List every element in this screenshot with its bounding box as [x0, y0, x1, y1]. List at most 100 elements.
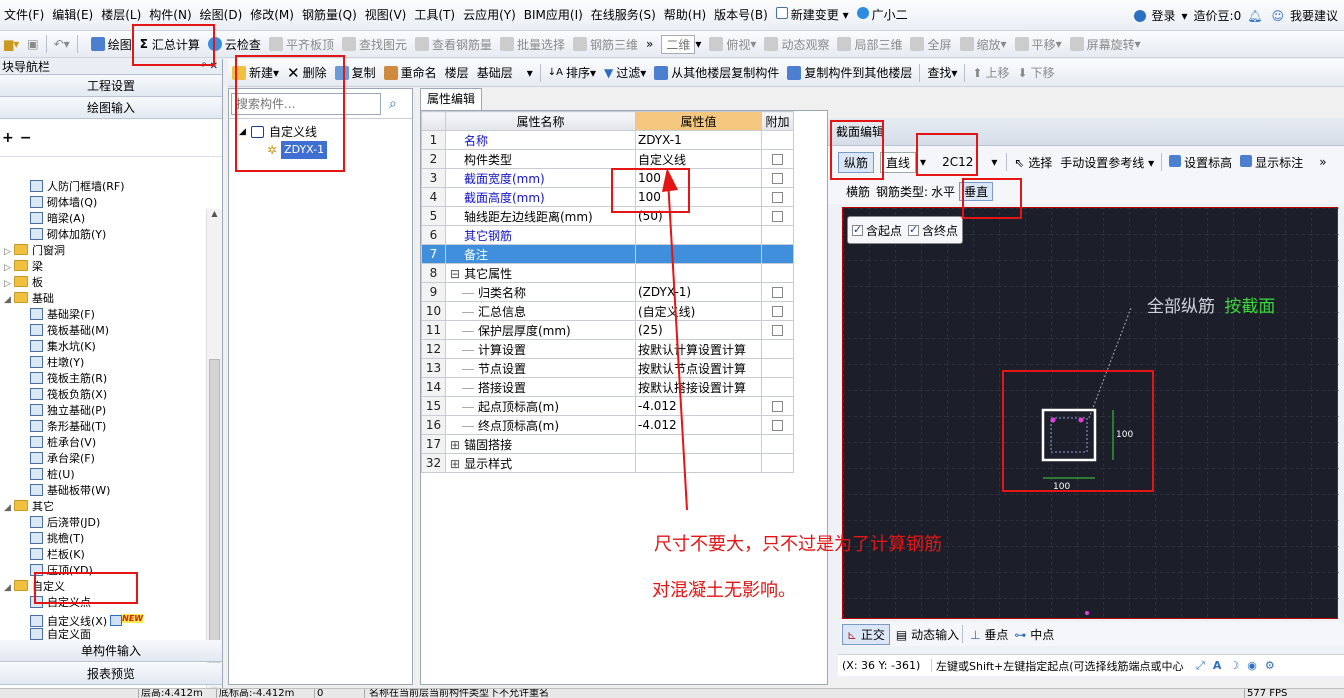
view-mode-select[interactable]: 二维 ▾	[657, 31, 705, 57]
scroll-thumb[interactable]	[209, 359, 220, 679]
draw-input-button[interactable]: 绘图输入	[0, 97, 222, 119]
section-canvas[interactable]: ✓ 含起点 ✓ 含终点 全部纵筋 按截面 100 100	[842, 207, 1339, 620]
tree-item[interactable]: 人防门框墙(RF)	[0, 179, 206, 195]
show-labels-button[interactable]: 显示标注	[1240, 154, 1303, 171]
tab-longitudinal[interactable]: 纵筋	[838, 151, 875, 173]
menu-edit[interactable]: 编辑(E)	[48, 0, 97, 31]
group-toggle-icon[interactable]: ⊞	[450, 457, 460, 471]
ortho-toggle[interactable]: ⊾ 正交	[842, 623, 890, 645]
filter-button[interactable]: ▼ 过滤 ▾	[600, 59, 650, 86]
expander-icon[interactable]: ◢	[4, 500, 14, 516]
tree-folder[interactable]: ◢ 基础	[0, 291, 206, 307]
batch-select-button[interactable]: 批量选择	[496, 31, 569, 57]
menu-help[interactable]: 帮助(H)	[660, 0, 710, 31]
rebar-spec-select[interactable]: 2C12 ▾	[936, 154, 1003, 170]
tree-item[interactable]: 基础梁(F)	[0, 307, 206, 323]
local-3d-button[interactable]: 局部三维	[833, 31, 906, 57]
bell-icon[interactable]: 🔔︎	[1244, 9, 1265, 23]
set-elevation-button[interactable]: 设置标高	[1169, 154, 1232, 171]
menu-modify[interactable]: 修改(M)	[246, 0, 298, 31]
draw-button[interactable]: 绘图	[87, 31, 136, 57]
menu-floor[interactable]: 楼层(L)	[97, 0, 145, 31]
menu-rebar[interactable]: 钢筋量(Q)	[298, 0, 361, 31]
include-start-checkbox[interactable]: ✓ 含起点	[852, 222, 902, 239]
menu-new-change[interactable]: 新建变更 ▾	[772, 0, 853, 31]
sum-calc-button[interactable]: Σ 汇总计算	[136, 31, 204, 57]
expander-icon[interactable]: ◢	[4, 580, 14, 596]
tree-item[interactable]: 筏板基础(M)	[0, 323, 206, 339]
extra-checkbox[interactable]	[772, 287, 783, 298]
flat-slab-button[interactable]: 平齐板顶	[265, 31, 338, 57]
tree-folder[interactable]: ◢ 其它	[0, 499, 206, 515]
tree-folder[interactable]: ▷ 板	[0, 275, 206, 291]
manual-ref-line-button[interactable]: 手动设置参考线 ▾	[1060, 154, 1154, 171]
single-component-button[interactable]: 单构件输入	[0, 640, 222, 662]
header-name[interactable]: 属性名称	[445, 111, 636, 131]
menu-version[interactable]: 版本号(B)	[710, 0, 772, 31]
group-toggle-icon[interactable]: ⊟	[450, 267, 460, 281]
extra-checkbox[interactable]	[772, 401, 783, 412]
find-button[interactable]: 查找 ▾	[923, 59, 961, 86]
delete-button[interactable]: ✕ 删除	[283, 59, 331, 86]
search-icon[interactable]: ⌕	[389, 96, 397, 112]
perpendicular-toggle[interactable]: ⊥ 垂点	[970, 626, 1008, 643]
tree-folder[interactable]: ▷ 门窗洞	[0, 243, 206, 259]
collapse-all-icon[interactable]: −	[14, 130, 32, 146]
rebar-3d-button[interactable]: 钢筋三维	[569, 31, 642, 57]
new-button[interactable]: 新建 ▾	[228, 59, 283, 86]
expander-icon[interactable]: ◢	[4, 292, 14, 308]
copy-from-floor-button[interactable]: 从其他楼层复制构件	[650, 59, 783, 86]
extra-checkbox[interactable]	[772, 211, 783, 222]
tree-item[interactable]: 暗梁(A)	[0, 211, 206, 227]
expand-all-icon[interactable]: +	[0, 130, 14, 146]
top-view-button[interactable]: 俯视 ▾	[705, 31, 760, 57]
floor-select[interactable]: 基础层 ▾	[473, 59, 537, 86]
tree-item[interactable]: 筏板主筋(R)	[0, 371, 206, 387]
tree-root-customline[interactable]: ◢ 自定义线	[239, 123, 412, 141]
tree-item[interactable]: 桩承台(V)	[0, 435, 206, 451]
tree-scrollbar[interactable]: ▲ ▼	[206, 209, 222, 697]
move-down-button[interactable]: ⬇ 下移	[1013, 59, 1058, 86]
gear-icon[interactable]: ⚙	[1265, 659, 1275, 672]
component-search-input[interactable]	[231, 92, 381, 115]
text-icon[interactable]: A	[1213, 659, 1222, 672]
copy-button[interactable]: 复制	[331, 59, 380, 86]
copy-to-floor-button[interactable]: 复制构件到其他楼层	[783, 59, 916, 86]
menu-view[interactable]: 视图(V)	[361, 0, 411, 31]
property-value[interactable]: ZDYX-1	[635, 130, 762, 150]
tree-item[interactable]: 承台梁(F)	[0, 451, 206, 467]
direction-horizontal[interactable]: 水平	[931, 183, 955, 200]
tree-item[interactable]: 基础板带(W)	[0, 483, 206, 499]
save-icon[interactable]: ▣	[23, 31, 42, 57]
direction-vertical[interactable]: 垂直	[959, 181, 994, 201]
group-toggle-icon[interactable]: ⊞	[450, 438, 460, 452]
menu-guangxiaoer[interactable]: 广小二	[853, 0, 912, 31]
tab-property-edit[interactable]: 属性编辑	[420, 88, 482, 110]
extra-checkbox[interactable]	[772, 306, 783, 317]
cloud-check-button[interactable]: 云检查	[204, 31, 265, 57]
project-settings-button[interactable]: 工程设置	[0, 75, 222, 97]
tree-item[interactable]: 挑檐(T)	[0, 531, 206, 547]
tree-item[interactable]: 后浇带(JD)	[0, 515, 206, 531]
sort-button[interactable]: ↓A 排序 ▾	[544, 59, 600, 86]
tree-item[interactable]: 筏板负筋(X)	[0, 387, 206, 403]
pan-button[interactable]: 平移 ▾	[1011, 31, 1066, 57]
menu-file[interactable]: 文件(F)	[0, 0, 48, 31]
property-row[interactable]: 1 名称 ZDYX-1	[421, 130, 794, 150]
menu-online[interactable]: 在线服务(S)	[587, 0, 660, 31]
include-end-checkbox[interactable]: ✓ 含终点	[908, 222, 958, 239]
expander-icon[interactable]: ▷	[4, 244, 14, 260]
tree-item[interactable]: 自定义线(X) NEW	[0, 611, 206, 628]
more-chevron-icon[interactable]: »	[642, 31, 657, 57]
rename-button[interactable]: 重命名	[380, 59, 441, 86]
paint-icon[interactable]: ◉	[1247, 659, 1257, 672]
zoom-button[interactable]: 缩放 ▾	[956, 31, 1011, 57]
move-up-button[interactable]: ⬆ 上移	[968, 59, 1013, 86]
dynamic-input-toggle[interactable]: ▤ 动态输入	[896, 626, 959, 643]
menu-bim[interactable]: BIM应用(I)	[520, 0, 587, 31]
suggest-link[interactable]: ☺︎ 我要建议	[1265, 7, 1344, 24]
menu-tools[interactable]: 工具(T)	[410, 0, 459, 31]
view-rebar-button[interactable]: 查看钢筋量	[411, 31, 496, 57]
tree-item[interactable]: 集水坑(K)	[0, 339, 206, 355]
extra-checkbox[interactable]	[772, 325, 783, 336]
